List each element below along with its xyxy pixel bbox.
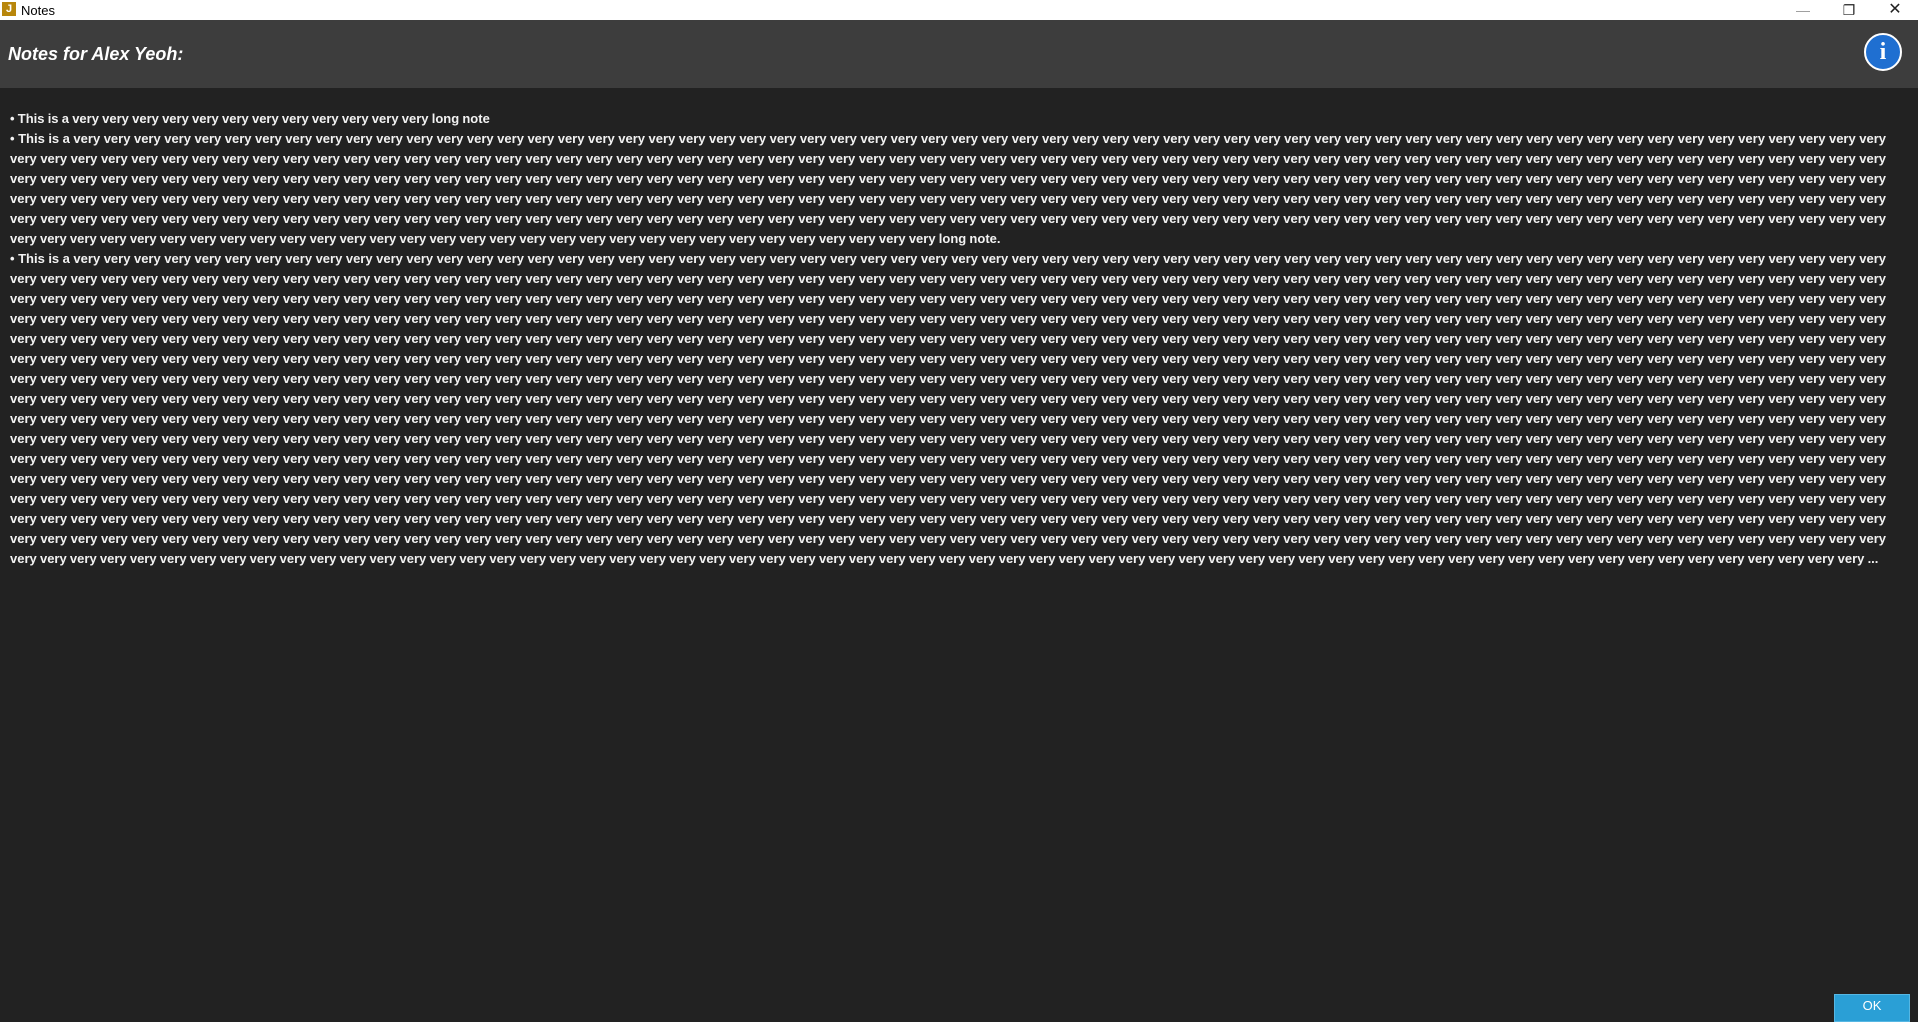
maximize-button[interactable]: ❐ <box>1826 0 1872 20</box>
close-button[interactable]: ✕ <box>1872 0 1918 20</box>
minimize-button[interactable]: — <box>1780 0 1826 20</box>
notes-header: Notes for Alex Yeoh: i <box>0 20 1918 88</box>
ok-button[interactable]: OK <box>1834 994 1910 1022</box>
info-button[interactable]: i <box>1864 33 1902 71</box>
info-icon: i <box>1879 39 1887 65</box>
note-item: • This is a very very very very very ver… <box>10 251 1886 566</box>
page-title: Notes for Alex Yeoh: <box>8 44 184 64</box>
window-titlebar: J Notes — ❐ ✕ <box>0 0 1918 20</box>
notes-list: • This is a very very very very very ver… <box>10 109 1886 967</box>
note-item: • This is a very very very very very ver… <box>10 131 1886 246</box>
note-item: • This is a very very very very very ver… <box>10 111 490 126</box>
window-title: Notes <box>21 3 55 18</box>
app-icon: J <box>2 2 16 16</box>
